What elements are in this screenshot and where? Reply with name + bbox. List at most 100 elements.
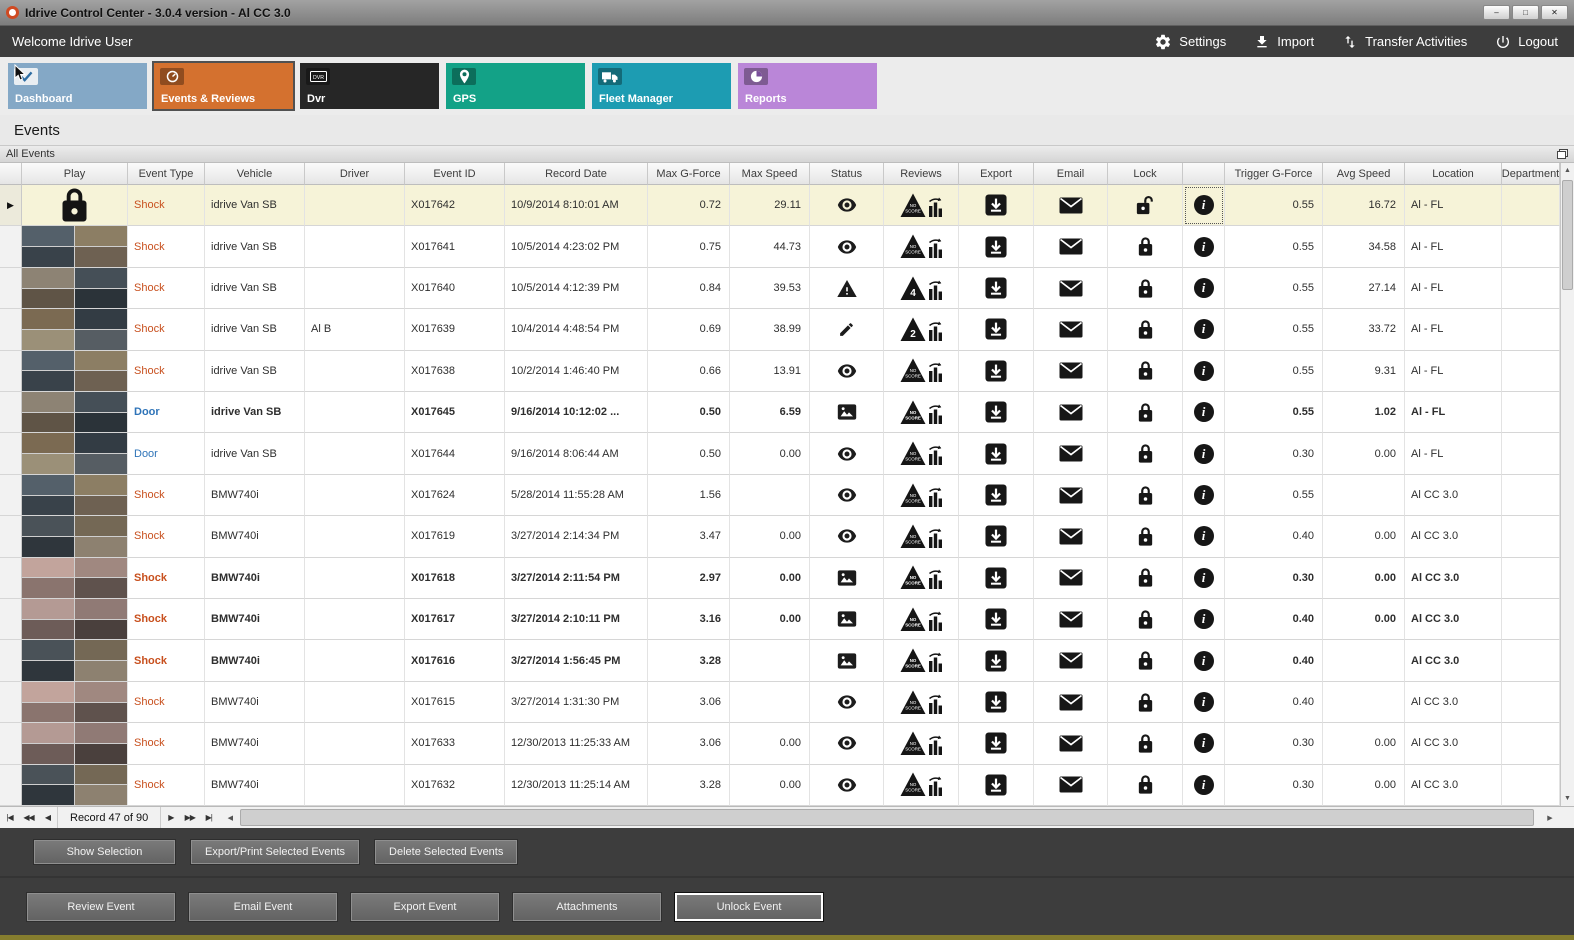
export-icon[interactable] — [959, 474, 1034, 517]
info-icon[interactable]: i — [1183, 267, 1225, 310]
column-header-info[interactable] — [1183, 163, 1225, 185]
column-header-row-indicator[interactable] — [0, 163, 22, 185]
email-icon[interactable] — [1034, 557, 1108, 600]
info-icon[interactable]: i — [1183, 226, 1225, 268]
lock-icon[interactable] — [1108, 267, 1183, 310]
lock-icon[interactable] — [1108, 350, 1183, 393]
scroll-right-icon[interactable]: ▶ — [1542, 807, 1558, 828]
lock-icon[interactable] — [1108, 681, 1183, 724]
unlock-event-button[interactable]: Unlock Event — [674, 891, 824, 922]
play-cell[interactable] — [22, 474, 128, 517]
lock-icon[interactable] — [1108, 764, 1183, 806]
review-score-badge[interactable]: NO SCORE — [884, 516, 959, 558]
snapshot-icon[interactable] — [810, 599, 884, 641]
eye-icon[interactable] — [810, 226, 884, 268]
play-cell[interactable] — [22, 392, 128, 434]
event-row[interactable]: Shock BMW740i X017624 5/28/2014 11:55:28 AM… — [0, 474, 1560, 517]
play-cell[interactable] — [22, 640, 128, 682]
event-row[interactable]: Shock BMW740i X017618 3/27/2014 2:11:54 PM 2… — [0, 557, 1560, 600]
settings-button[interactable]: Settings — [1154, 33, 1226, 51]
play-thumbnail[interactable] — [22, 723, 127, 764]
play-cell[interactable] — [22, 309, 128, 351]
play-cell[interactable] — [22, 516, 128, 558]
prev-page-button[interactable]: ◀◀ — [19, 807, 38, 828]
event-row[interactable]: Shock BMW740i X017616 3/27/2014 1:56:45 PM 3… — [0, 640, 1560, 682]
review-score-badge[interactable]: NO SCORE — [884, 640, 959, 682]
info-icon[interactable]: i — [1183, 516, 1225, 558]
scroll-down-icon[interactable]: ▼ — [1561, 791, 1574, 806]
show-selection-button[interactable]: Show Selection — [33, 839, 176, 865]
eye-icon[interactable] — [810, 516, 884, 558]
info-icon[interactable]: i — [1183, 309, 1225, 351]
export-print-selected-events-button[interactable]: Export/Print Selected Events — [190, 839, 361, 865]
play-thumbnail[interactable] — [22, 640, 127, 681]
horizontal-scrollbar[interactable]: ◀ ▶ — [222, 807, 1574, 828]
play-thumbnail[interactable] — [22, 474, 127, 516]
event-row[interactable]: Shock idrive Van SB X017641 10/5/2014 4:23:… — [0, 226, 1560, 268]
close-button[interactable]: ✕ — [1541, 5, 1568, 20]
last-record-button[interactable]: ▶| — [199, 807, 218, 828]
column-header-record-date[interactable]: Record Date — [505, 163, 648, 185]
export-icon[interactable] — [959, 309, 1034, 351]
info-icon[interactable]: i — [1183, 681, 1225, 724]
next-record-button[interactable]: ▶ — [161, 807, 180, 828]
maximize-button[interactable]: □ — [1512, 5, 1539, 20]
lock-icon[interactable] — [1108, 640, 1183, 682]
review-score-badge[interactable]: NO SCORE — [884, 185, 959, 227]
event-row[interactable]: Shock BMW740i X017615 3/27/2014 1:31:30 PM 3… — [0, 681, 1560, 724]
delete-selected-events-button[interactable]: Delete Selected Events — [374, 839, 519, 865]
email-icon[interactable] — [1034, 599, 1108, 641]
play-thumbnail[interactable] — [22, 557, 127, 599]
export-icon[interactable] — [959, 433, 1034, 475]
email-icon[interactable] — [1034, 640, 1108, 682]
review-event-button[interactable]: Review Event — [26, 891, 176, 922]
horizontal-scroll-thumb[interactable] — [240, 809, 1534, 826]
event-row[interactable]: Shock BMW740i X017632 12/30/2013 11:25:14 A… — [0, 764, 1560, 806]
lock-icon[interactable] — [1108, 309, 1183, 351]
play-thumbnail[interactable] — [22, 226, 127, 267]
info-icon[interactable]: i — [1183, 723, 1225, 765]
info-icon[interactable]: i — [1183, 764, 1225, 806]
column-header-event-id[interactable]: Event ID — [405, 163, 505, 185]
email-icon[interactable] — [1034, 681, 1108, 724]
review-score-badge[interactable]: NO SCORE — [884, 681, 959, 724]
email-icon[interactable] — [1034, 433, 1108, 475]
play-cell[interactable] — [22, 267, 128, 310]
eye-icon[interactable] — [810, 350, 884, 393]
review-score-badge[interactable]: NO SCORE — [884, 723, 959, 765]
snapshot-icon[interactable] — [810, 557, 884, 600]
info-icon[interactable]: i — [1183, 185, 1225, 227]
transfer-activities-button[interactable]: Transfer Activities — [1342, 34, 1467, 50]
eye-icon[interactable] — [810, 433, 884, 475]
event-row[interactable]: Shock BMW740i X017619 3/27/2014 2:14:34 PM 3… — [0, 516, 1560, 558]
info-icon[interactable]: i — [1183, 474, 1225, 517]
snapshot-icon[interactable] — [810, 640, 884, 682]
snapshot-icon[interactable] — [810, 392, 884, 434]
review-score-badge[interactable]: NO SCORE — [884, 764, 959, 806]
column-header-event-type[interactable]: Event Type — [128, 163, 205, 185]
info-icon[interactable]: i — [1183, 640, 1225, 682]
column-header-email[interactable]: Email — [1034, 163, 1108, 185]
lock-icon[interactable] — [1108, 516, 1183, 558]
export-icon[interactable] — [959, 392, 1034, 434]
email-icon[interactable] — [1034, 350, 1108, 393]
vertical-scroll-thumb[interactable] — [1562, 180, 1573, 290]
play-cell[interactable] — [22, 681, 128, 724]
play-thumbnail[interactable] — [22, 764, 127, 806]
horizontal-scroll-track[interactable] — [238, 807, 1542, 828]
info-icon[interactable]: i — [1183, 392, 1225, 434]
play-thumbnail[interactable] — [22, 681, 127, 723]
export-icon[interactable] — [959, 557, 1034, 600]
export-icon[interactable] — [959, 226, 1034, 268]
minimize-button[interactable]: – — [1483, 5, 1510, 20]
eye-icon[interactable] — [810, 723, 884, 765]
eye-icon[interactable] — [810, 185, 884, 227]
column-header-driver[interactable]: Driver — [305, 163, 405, 185]
email-icon[interactable] — [1034, 516, 1108, 558]
export-icon[interactable] — [959, 185, 1034, 227]
review-score-badge[interactable]: 2 — [884, 309, 959, 351]
play-cell[interactable] — [22, 185, 128, 227]
event-row[interactable]: Shock BMW740i X017617 3/27/2014 2:10:11 PM 3… — [0, 599, 1560, 641]
event-row[interactable]: ▶ Shock idrive Van SB X017642 10/9/2014 8:10… — [0, 185, 1560, 227]
email-icon[interactable] — [1034, 764, 1108, 806]
